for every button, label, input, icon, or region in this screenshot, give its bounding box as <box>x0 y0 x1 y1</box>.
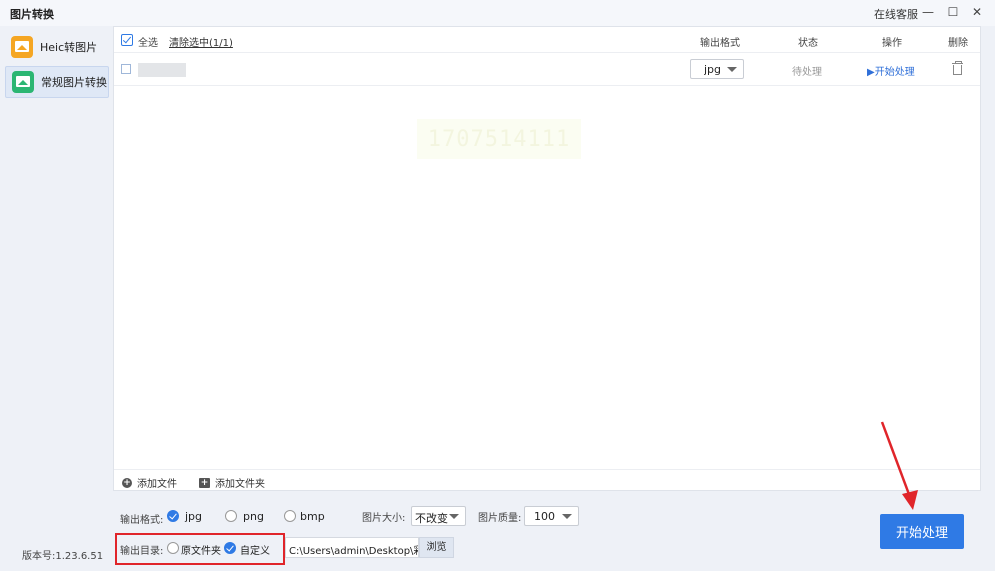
column-header-delete: 删除 <box>948 38 968 49</box>
column-header-action: 操作 <box>882 38 902 49</box>
image-size-label: 图片大小: <box>362 513 406 524</box>
file-name-redacted <box>138 63 186 77</box>
file-list-panel: 全选 清除选中(1/1) 输出格式 状态 操作 删除 jpg 待处理 ▶开始处理… <box>113 26 981 491</box>
browse-button[interactable]: 浏览 <box>419 537 454 558</box>
sidebar-item-label: 常规图片转换 <box>41 76 107 89</box>
file-checkbox[interactable] <box>121 64 131 74</box>
title-bar: 图片转换 在线客服 — ☐ ✕ <box>0 0 995 26</box>
folder-plus-icon: + <box>199 477 210 488</box>
image-icon <box>11 36 33 58</box>
output-path-field[interactable]: C:\Users\admin\Desktop\彩 <box>285 537 419 558</box>
panel-footer: + 添加文件 + 添加文件夹 <box>114 469 980 490</box>
column-header-format: 输出格式 <box>700 38 740 49</box>
clear-selection-link[interactable]: 清除选中(1/1) <box>169 34 233 49</box>
table-row[interactable]: jpg 待处理 ▶开始处理 <box>114 54 980 86</box>
add-folder-label: 添加文件夹 <box>215 479 265 490</box>
format-radio-jpg[interactable] <box>167 510 179 522</box>
column-header-status: 状态 <box>798 38 818 49</box>
sidebar-item-label: Heic转图片 <box>40 41 98 54</box>
row-format-value: jpg <box>704 63 722 76</box>
maximize-button[interactable]: ☐ <box>944 3 962 21</box>
sidebar-item-general[interactable]: 常规图片转换 <box>5 66 109 98</box>
format-radio-bmp[interactable] <box>284 510 296 522</box>
chevron-down-icon <box>727 67 737 72</box>
chevron-down-icon <box>449 514 459 519</box>
image-size-select[interactable]: 不改变 <box>411 506 466 526</box>
image-size-value: 不改变 <box>415 512 448 525</box>
annotation-highlight-box <box>115 533 285 565</box>
format-label-png[interactable]: png <box>243 510 264 523</box>
select-all-label[interactable]: 全选 <box>138 34 158 49</box>
online-support-link[interactable]: 在线客服 <box>874 6 918 22</box>
sidebar: Heic转图片 常规图片转换 <box>0 26 112 571</box>
image-icon <box>12 71 34 93</box>
add-file-label: 添加文件 <box>137 479 177 490</box>
plus-circle-icon: + <box>122 477 132 488</box>
row-status: 待处理 <box>792 67 822 78</box>
format-label-jpg[interactable]: jpg <box>185 510 202 523</box>
image-quality-label: 图片质量: <box>478 513 522 524</box>
watermark: 1707514111 <box>417 119 581 159</box>
start-process-button[interactable]: 开始处理 <box>880 514 964 549</box>
sidebar-item-heic[interactable]: Heic转图片 <box>5 31 109 63</box>
format-radio-png[interactable] <box>225 510 237 522</box>
chevron-down-icon <box>562 514 572 519</box>
table-header: 全选 清除选中(1/1) 输出格式 状态 操作 删除 <box>114 27 980 53</box>
select-all-checkbox[interactable] <box>121 34 133 46</box>
trash-icon[interactable] <box>952 61 963 75</box>
image-quality-select[interactable]: 100 <box>524 506 579 526</box>
output-format-label: 输出格式: <box>120 515 164 526</box>
add-file-button[interactable]: + 添加文件 <box>122 475 177 490</box>
format-label-bmp[interactable]: bmp <box>300 510 325 523</box>
minimize-button[interactable]: — <box>919 3 937 21</box>
image-quality-value: 100 <box>534 510 555 523</box>
row-format-select[interactable]: jpg <box>690 59 744 79</box>
row-start-button[interactable]: ▶开始处理 <box>867 63 915 78</box>
version-label: 版本号:1.23.6.51 <box>22 551 104 562</box>
add-folder-button[interactable]: + 添加文件夹 <box>199 475 265 490</box>
close-button[interactable]: ✕ <box>968 3 986 21</box>
app-title: 图片转换 <box>10 8 54 21</box>
